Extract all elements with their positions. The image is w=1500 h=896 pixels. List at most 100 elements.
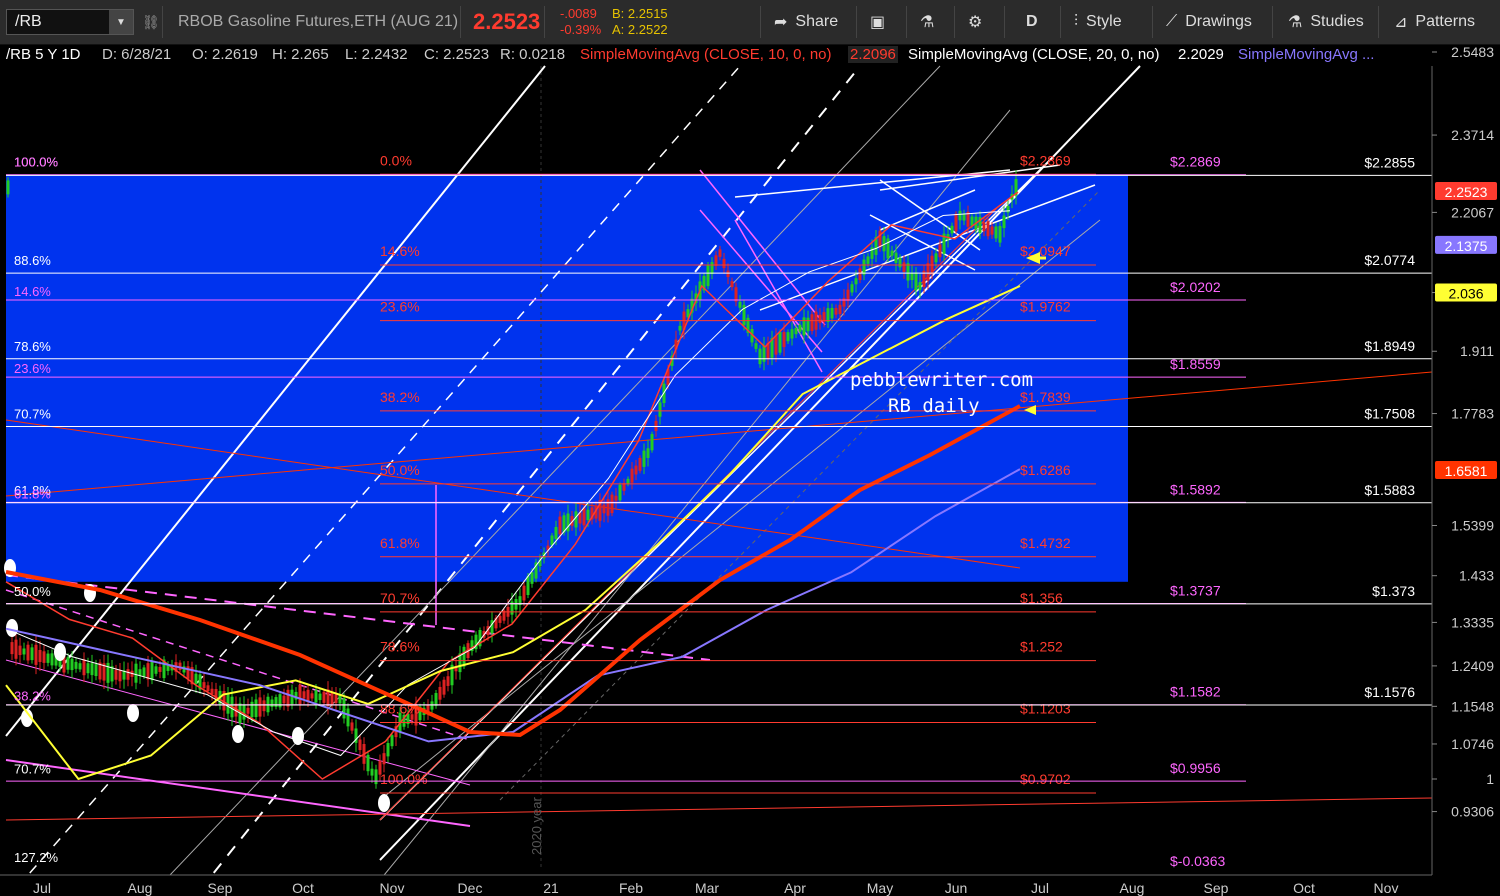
candle-body	[438, 686, 442, 700]
candle-body	[774, 335, 778, 355]
candle-body	[834, 308, 838, 315]
x-tick-label: Apr	[784, 880, 806, 896]
candle-body	[790, 329, 794, 339]
candle-body	[846, 289, 850, 302]
fib-red-pct: 50.0%	[380, 462, 420, 478]
fib-pink-price: $1.5892	[1170, 481, 1221, 497]
level-price: $2.0774	[1364, 252, 1415, 268]
x-tick-label: 21	[543, 880, 559, 896]
candle-body	[70, 658, 74, 671]
candle-body	[270, 699, 274, 707]
level-price: $2.2855	[1364, 154, 1415, 170]
candle-body	[106, 662, 110, 683]
candle-body	[618, 484, 622, 501]
candle-body	[714, 255, 718, 266]
fib-pink-price: $-0.0363	[1170, 853, 1225, 869]
price-badge-label: 1.6581	[1445, 463, 1488, 479]
y-tick-label: 2.5483	[1451, 44, 1494, 60]
candle-body	[250, 701, 254, 718]
price-chart[interactable]: 0.0% $2.286914.6% $2.094723.6% $1.976238.2%…	[0, 0, 1500, 896]
x-tick-label: Dec	[458, 880, 483, 896]
candle-body	[914, 272, 918, 291]
candle-body	[982, 222, 986, 232]
candle-body	[1002, 215, 1006, 229]
candle-body	[210, 688, 214, 694]
fib-red-pct: 14.6%	[380, 243, 420, 259]
candle-body	[158, 666, 162, 672]
candle-body	[310, 693, 314, 699]
y-tick-label: 1.911	[1460, 343, 1494, 359]
candle-body	[114, 669, 118, 680]
level-pct: 88.6%	[14, 253, 51, 268]
candle-body	[970, 216, 974, 226]
candle-body	[194, 673, 198, 684]
x-tick-label: Jun	[945, 880, 968, 896]
candle-body	[818, 314, 822, 323]
x-tick-label: Jul	[1031, 880, 1049, 896]
candle-body	[898, 257, 902, 268]
candle-body	[42, 651, 46, 663]
candle-body	[530, 572, 534, 584]
candle-body	[554, 526, 558, 539]
candle-body	[990, 226, 994, 235]
marker-dot	[378, 794, 390, 812]
fib-pink-pct: 38.2%	[14, 689, 51, 704]
candle-body	[34, 644, 38, 665]
candle-body	[574, 511, 578, 528]
fib-pink-price: $0.9956	[1170, 760, 1221, 776]
watermark-line-2: RB daily	[888, 395, 980, 417]
candle-body	[658, 402, 662, 417]
candle-body	[918, 282, 922, 290]
watermark-line-1: pebblewriter.com	[850, 369, 1033, 391]
x-tick-label: Feb	[619, 880, 643, 896]
candle-body	[126, 669, 130, 680]
candle-body	[434, 693, 438, 706]
candle-body	[606, 499, 610, 516]
y-tick-label: 2.2067	[1451, 204, 1494, 220]
candle-body	[862, 259, 866, 275]
candle-body	[798, 324, 802, 332]
level-price: $1.8949	[1364, 338, 1415, 354]
candle-body	[318, 693, 322, 701]
x-tick-label: Oct	[1293, 880, 1315, 896]
price-badge-label: 2.036	[1448, 286, 1483, 302]
fib-red-pct: 78.6%	[380, 639, 420, 655]
candle-body	[306, 689, 310, 702]
candle-body	[854, 278, 858, 285]
candle-body	[810, 314, 814, 331]
x-tick-label: Sep	[1204, 880, 1229, 896]
candle-body	[934, 253, 938, 263]
candle-body	[338, 694, 342, 704]
fib-red-price: $1.252	[1020, 639, 1063, 655]
x-tick-label: Nov	[1374, 880, 1399, 896]
candle-body	[6, 180, 10, 195]
candle-body	[18, 645, 22, 656]
fib-red-price: $1.4732	[1020, 535, 1071, 551]
candle-body	[586, 509, 590, 521]
candle-body	[778, 331, 782, 353]
candle-body	[522, 585, 526, 601]
candle-body	[894, 252, 898, 263]
level-pct: 78.6%	[14, 339, 51, 354]
candle-body	[786, 332, 790, 342]
fib-pink-pct: 61.8%	[14, 486, 51, 501]
level-price: $1.5883	[1364, 482, 1415, 498]
candle-body	[994, 226, 998, 239]
candle-body	[954, 213, 958, 232]
fib-pink-pct: 100.0%	[14, 155, 59, 170]
candle-body	[654, 420, 658, 431]
candle-body	[1006, 205, 1010, 213]
level-pct: 127.2%	[14, 850, 59, 865]
y-tick-label: 1.433	[1459, 568, 1494, 584]
candle-body	[22, 648, 26, 655]
year-marker: 2020 year	[529, 797, 544, 855]
candle-body	[842, 298, 846, 307]
candle-body	[78, 663, 82, 670]
candle-body	[950, 225, 954, 234]
candle-body	[134, 663, 138, 683]
fib-pink-price: $1.3737	[1170, 583, 1221, 599]
candle-body	[258, 697, 262, 717]
candle-body	[82, 659, 86, 676]
candle-body	[582, 507, 586, 526]
y-tick-label: 2.3714	[1451, 127, 1494, 143]
